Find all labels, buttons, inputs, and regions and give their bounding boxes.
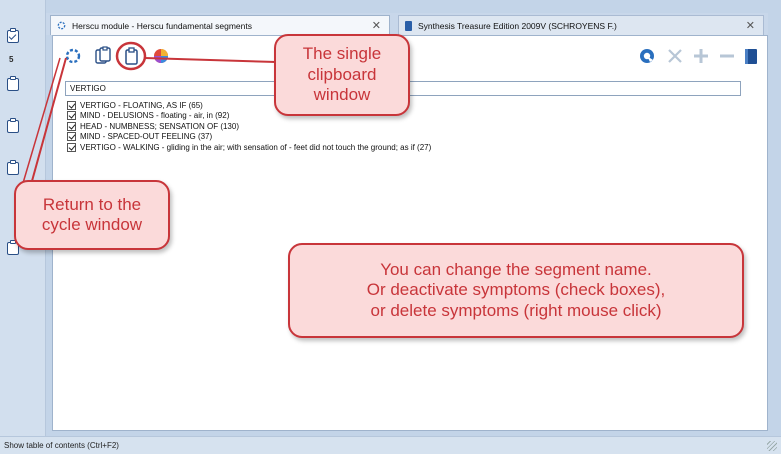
clipboards-icon[interactable] [93, 46, 113, 66]
cycle-tab-icon [57, 21, 66, 30]
symptom-text: MIND - SPACED-OUT FEELING (37) [80, 132, 213, 142]
tab-bar: Herscu module - Herscu fundamental segme… [46, 13, 768, 35]
color-wheel-icon[interactable] [151, 46, 171, 66]
symptom-checkbox[interactable] [67, 132, 76, 142]
annotation-clipboard-line: window [313, 85, 371, 105]
annotation-clipboard-line: The single [302, 44, 382, 64]
plus-icon[interactable] [691, 46, 711, 66]
refresh-icon[interactable] [637, 46, 657, 66]
resize-grip-icon[interactable] [767, 441, 777, 451]
symptom-checkbox[interactable] [67, 142, 76, 152]
tab-herscu[interactable]: Herscu module - Herscu fundamental segme… [50, 15, 390, 35]
symptom-row[interactable]: MIND - SPACED-OUT FEELING (37) [67, 132, 431, 143]
clipboard-icon[interactable] [121, 46, 141, 66]
annotation-cycle: Return to the cycle window [14, 180, 170, 250]
tab-synthesis-close-icon[interactable]: ✕ [746, 19, 755, 32]
clipboard-2-icon[interactable] [7, 76, 19, 91]
tab-herscu-close-icon[interactable]: ✕ [372, 19, 381, 32]
tab-synthesis[interactable]: Synthesis Treasure Edition 2009V (SCHROY… [398, 15, 764, 35]
tab-herscu-label: Herscu module - Herscu fundamental segme… [72, 20, 252, 31]
annotation-info-line: Or deactivate symptoms (check boxes), [366, 280, 666, 300]
annotation-info-line: You can change the segment name. [380, 259, 652, 279]
book-tab-icon [405, 20, 412, 31]
symptom-text: MIND - DELUSIONS - floating - air, in (9… [80, 111, 230, 121]
delete-x-icon[interactable] [665, 46, 685, 66]
symptom-checkbox[interactable] [67, 111, 76, 121]
symptom-text: VERTIGO - WALKING - gliding in the air; … [80, 142, 432, 152]
symptom-checkbox[interactable] [67, 100, 76, 110]
symptom-checkbox[interactable] [67, 121, 76, 131]
symptom-text: HEAD - NUMBNESS; SENSATION OF (130) [80, 121, 239, 131]
annotation-clipboard-line: clipboard [307, 64, 377, 84]
clipboard-4-icon[interactable] [7, 160, 19, 175]
cycle-icon[interactable] [63, 46, 83, 66]
annotation-cycle-line: cycle window [41, 215, 143, 234]
clipboard-1-icon[interactable] [7, 28, 19, 43]
annotation-cycle-line: Return to the [42, 194, 142, 214]
status-text: Show table of contents (Ctrl+F2) [4, 441, 119, 450]
tab-synthesis-label: Synthesis Treasure Edition 2009V (SCHROY… [418, 20, 617, 31]
annotation-clipboard: The single clipboard window [274, 34, 410, 116]
clipboard-3-icon[interactable] [7, 118, 19, 133]
annotation-info: You can change the segment name. Or deac… [288, 243, 744, 338]
symptom-text: VERTIGO - FLOATING, AS IF (65) [80, 100, 203, 110]
symptom-row[interactable]: VERTIGO - WALKING - gliding in the air; … [67, 142, 431, 153]
symptom-row[interactable]: HEAD - NUMBNESS; SENSATION OF (130) [67, 121, 431, 132]
toolbar [53, 36, 767, 78]
minus-icon[interactable] [717, 46, 737, 66]
annotation-info-line: or delete symptoms (right mouse click) [370, 300, 662, 320]
book-icon[interactable] [741, 46, 761, 66]
clipboard-count: 5 [9, 55, 14, 64]
status-bar: Show table of contents (Ctrl+F2) [0, 436, 781, 454]
